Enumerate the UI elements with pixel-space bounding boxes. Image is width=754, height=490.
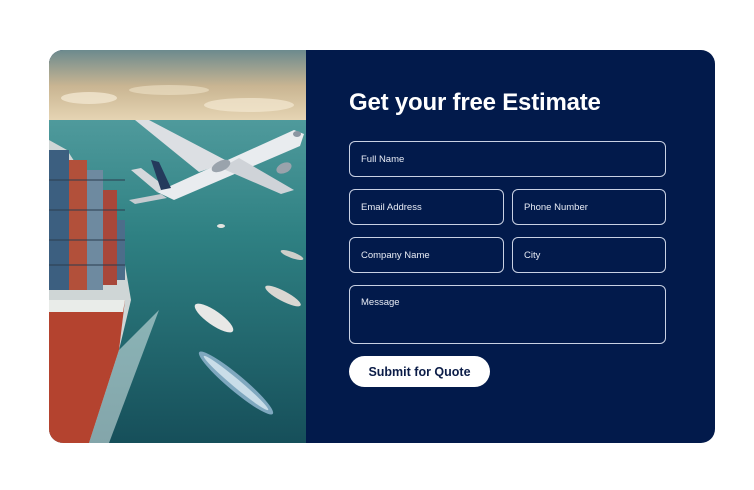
submit-for-quote-button[interactable]: Submit for Quote — [349, 356, 490, 387]
quote-card: Get your free Estimate Submit for Quote — [49, 50, 715, 443]
city-input[interactable] — [512, 237, 666, 273]
message-textarea[interactable] — [349, 285, 666, 344]
freight-illustration — [49, 50, 306, 443]
email-address-input[interactable] — [349, 189, 504, 225]
company-name-input[interactable] — [349, 237, 504, 273]
form-heading: Get your free Estimate — [349, 89, 601, 116]
quote-form-panel: Get your free Estimate Submit for Quote — [306, 50, 715, 443]
full-name-input[interactable] — [349, 141, 666, 177]
cargo-ship-airplane-image — [49, 50, 306, 443]
phone-number-input[interactable] — [512, 189, 666, 225]
